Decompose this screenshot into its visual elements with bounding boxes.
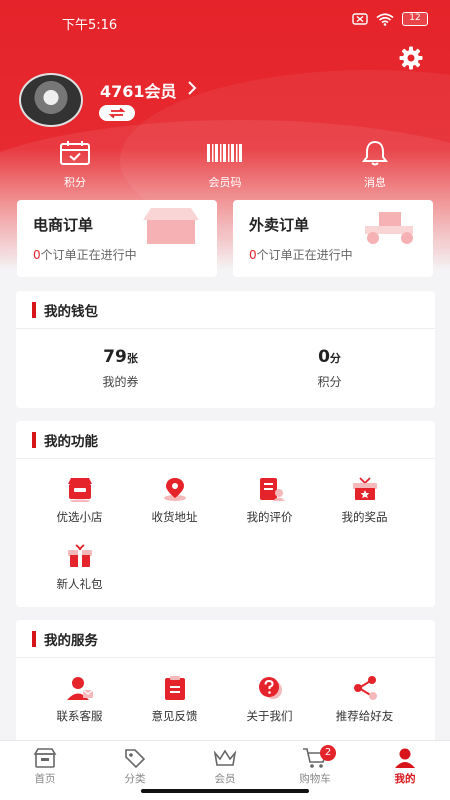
function-label: 优选小店 <box>56 510 103 524</box>
wallet-value: 0分 <box>225 347 434 367</box>
takeout-order-card[interactable]: 外卖订单 0个订单正在进行中 <box>233 200 433 277</box>
wallet-panel: 我的钱包 79张 我的券 0分 积分 <box>16 291 435 408</box>
section-title: 我的功能 <box>44 433 98 450</box>
avatar[interactable] <box>19 73 83 127</box>
tab-category[interactable]: 分类 <box>100 747 170 786</box>
swap-arrows-icon <box>108 108 126 118</box>
section-accent-bar <box>32 630 36 647</box>
status-bar: 下午5:16 12 <box>0 0 450 44</box>
coupon-unit: 张 <box>126 352 138 365</box>
tag-icon <box>125 749 146 769</box>
service-label: 关于我们 <box>246 709 293 723</box>
member-name[interactable]: 4761会员 <box>100 78 177 102</box>
function-prizes[interactable]: 我的奖品 <box>317 476 412 525</box>
wifi-icon <box>376 12 394 26</box>
order-status-text: 个订单正在进行中 <box>40 248 137 262</box>
crown-icon <box>213 749 237 766</box>
service-customer-support[interactable]: 联系客服 <box>32 675 127 724</box>
share-icon <box>353 676 377 700</box>
user-icon <box>395 748 415 768</box>
function-label: 我的奖品 <box>341 510 388 524</box>
tab-label: 分类 <box>124 773 146 785</box>
service-feedback[interactable]: 意见反馈 <box>127 675 222 724</box>
points-count: 0 <box>318 347 330 367</box>
gift-icon <box>67 544 92 567</box>
tab-label: 首页 <box>34 773 56 785</box>
tab-label: 购物车 <box>299 773 331 785</box>
gear-icon[interactable] <box>398 45 424 71</box>
status-time: 下午5:16 <box>62 18 118 33</box>
prize-box-icon <box>352 477 377 500</box>
order-count: 0 <box>249 248 257 262</box>
coupon-count: 79 <box>103 347 127 367</box>
function-label: 我的评价 <box>246 510 293 524</box>
location-pin-icon <box>163 478 186 501</box>
section-header: 我的钱包 <box>16 291 435 329</box>
barcode-icon <box>207 144 242 162</box>
quick-action-member-code[interactable]: 会员码 <box>170 140 280 190</box>
function-address[interactable]: 收货地址 <box>127 476 222 525</box>
quick-action-label: 消息 <box>364 176 386 189</box>
section-accent-bar <box>32 301 36 318</box>
order-count: 0 <box>33 248 41 262</box>
store-decoration-icon <box>143 208 199 244</box>
quick-action-label: 会员码 <box>208 176 242 189</box>
quick-action-points[interactable]: 积分 <box>20 140 130 190</box>
wallet-label: 我的券 <box>102 375 139 389</box>
quick-action-messages[interactable]: 消息 <box>320 140 430 190</box>
ecommerce-order-card[interactable]: 电商订单 0个订单正在进行中 <box>17 200 217 277</box>
service-label: 意见反馈 <box>151 709 198 723</box>
wallet-coupons[interactable]: 79张 我的券 <box>16 347 225 390</box>
tab-mine[interactable]: 我的 <box>370 747 440 786</box>
tab-member[interactable]: 会员 <box>190 747 260 786</box>
section-header: 我的服务 <box>16 620 435 658</box>
function-newcomer-gift[interactable]: 新人礼包 <box>32 543 127 592</box>
order-card-title: 外卖订单 <box>249 216 310 234</box>
function-store[interactable]: 优选小店 <box>32 476 127 525</box>
store-icon <box>67 478 92 502</box>
bell-icon <box>362 140 388 166</box>
home-indicator[interactable] <box>141 789 309 793</box>
calendar-check-icon <box>60 141 90 165</box>
section-title: 我的服务 <box>44 632 98 649</box>
order-card-title: 电商订单 <box>33 216 94 234</box>
home-store-icon <box>33 748 57 768</box>
section-accent-bar <box>32 431 36 448</box>
service-share[interactable]: 推荐给好友 <box>317 675 412 724</box>
tab-label: 会员 <box>214 773 236 785</box>
wallet-value: 79张 <box>16 347 225 367</box>
customer-service-icon <box>66 677 93 700</box>
function-label: 新人礼包 <box>56 577 103 591</box>
function-reviews[interactable]: 我的评价 <box>222 476 317 525</box>
chevron-right-icon[interactable] <box>186 80 198 96</box>
delivery-scooter-icon <box>365 212 413 244</box>
tab-cart[interactable]: 2 购物车 <box>280 745 350 786</box>
section-header: 我的功能 <box>16 421 435 459</box>
services-panel: 我的服务 联系客服 意见反馈 关于我们 推荐给好友 <box>16 620 435 745</box>
order-status-text: 个订单正在进行中 <box>256 248 353 262</box>
switch-account-button[interactable] <box>99 105 135 121</box>
quick-action-label: 积分 <box>64 176 86 189</box>
question-icon <box>258 677 282 699</box>
service-label: 推荐给好友 <box>335 709 394 723</box>
section-title: 我的钱包 <box>44 303 98 320</box>
order-card-status: 0个订单正在进行中 <box>249 246 353 263</box>
functions-panel: 我的功能 优选小店 收货地址 我的评价 我的奖品 新人礼包 <box>16 421 435 607</box>
cart-badge: 2 <box>320 745 336 761</box>
feedback-clipboard-icon <box>164 676 185 700</box>
review-icon <box>259 478 285 501</box>
mute-icon <box>352 13 368 25</box>
wallet-label: 积分 <box>317 375 342 389</box>
battery-icon: 12 <box>402 12 428 26</box>
tab-home[interactable]: 首页 <box>10 747 80 786</box>
service-label: 联系客服 <box>56 709 103 723</box>
points-unit: 分 <box>329 352 341 365</box>
order-card-status: 0个订单正在进行中 <box>33 246 137 263</box>
function-label: 收货地址 <box>151 510 198 524</box>
service-about-us[interactable]: 关于我们 <box>222 675 317 724</box>
tab-label: 我的 <box>394 773 416 785</box>
wallet-points[interactable]: 0分 积分 <box>225 347 434 390</box>
